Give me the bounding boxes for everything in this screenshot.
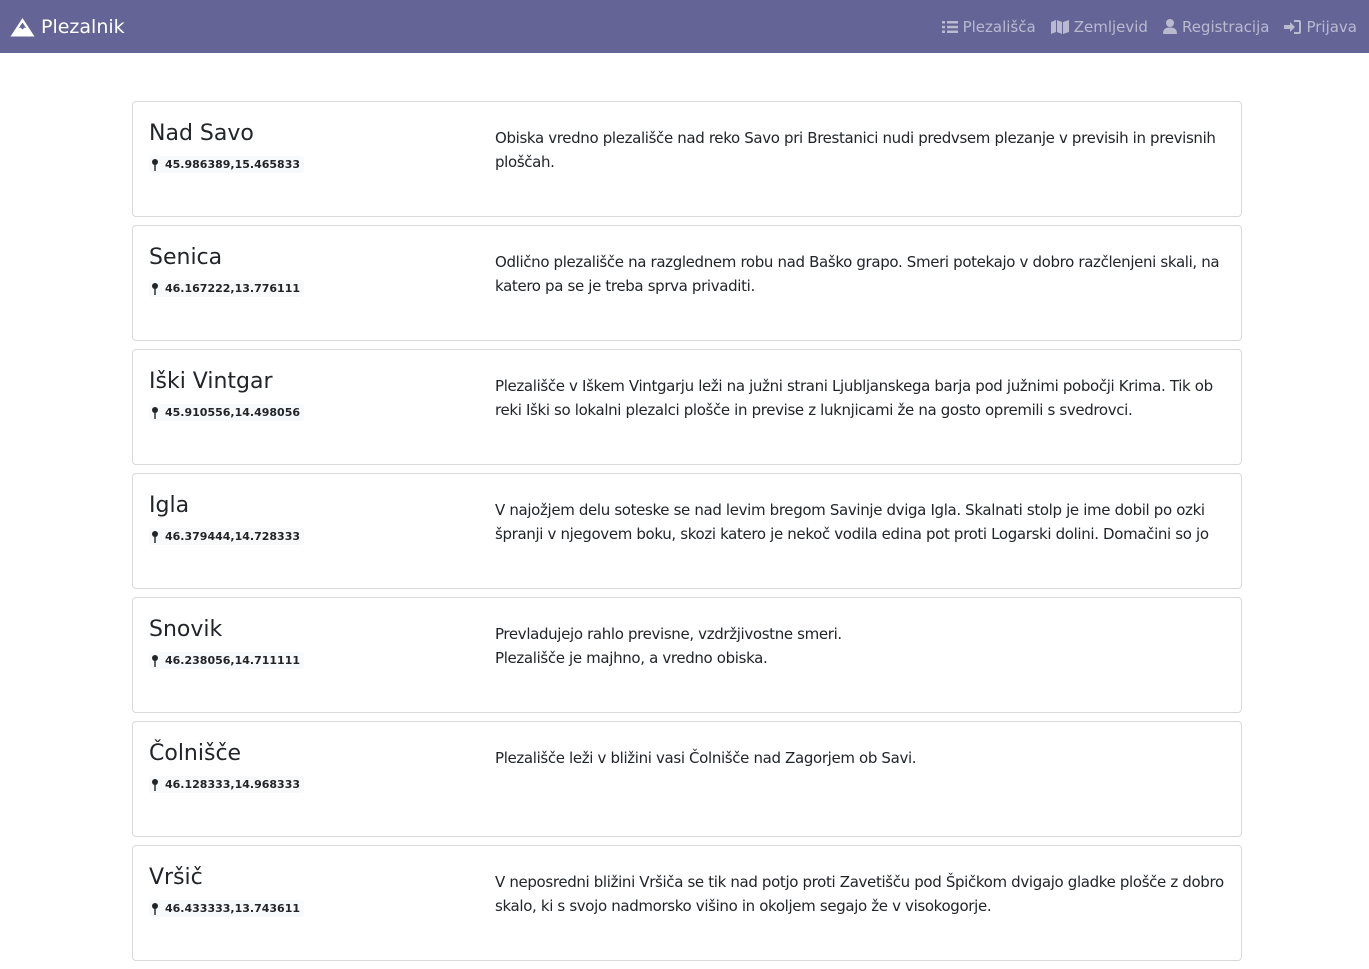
crag-header: Igla 46.379444,14.728333 <box>149 490 469 547</box>
crag-description: Odlično plezališče na razglednem robu na… <box>495 250 1230 298</box>
description-line-1: V neposredni bližini Vršiča se tik nad p… <box>495 873 1224 891</box>
coordinates-text: 45.986389,15.465833 <box>165 158 300 171</box>
description-line-2: skalo, ki s svojo nadmorsko višino in ok… <box>495 897 992 915</box>
sign-in-icon <box>1284 19 1302 34</box>
crag-header: Iški Vintgar 45.910556,14.498056 <box>149 366 469 423</box>
crag-card[interactable]: Nad Savo 45.986389,15.465833 Obiska vred… <box>132 101 1242 217</box>
crag-name[interactable]: Nad Savo <box>149 118 469 150</box>
crag-list: Nad Savo 45.986389,15.465833 Obiska vred… <box>132 101 1242 969</box>
crag-description: V neposredni bližini Vršiča se tik nad p… <box>495 870 1230 918</box>
coordinates-badge: 46.379444,14.728333 <box>149 528 304 545</box>
coordinates-text: 45.910556,14.498056 <box>165 406 300 419</box>
crag-description: Obiska vredno plezališče nad reko Savo p… <box>495 126 1230 174</box>
crag-name[interactable]: Iški Vintgar <box>149 366 469 398</box>
nav-link-prijava[interactable]: Prijava <box>1284 18 1357 36</box>
nav-links: Plezališča Zemljevid Registracija Prijav… <box>927 18 1357 36</box>
description-line-1: Odlično plezališče na razglednem robu na… <box>495 253 1220 271</box>
coordinates-text: 46.379444,14.728333 <box>165 530 300 543</box>
coordinates-badge: 45.986389,15.465833 <box>149 156 304 173</box>
coordinates-badge: 45.910556,14.498056 <box>149 404 304 421</box>
crag-description: V najožjem delu soteske se nad levim bre… <box>495 498 1230 546</box>
brand-label: Plezalnik <box>41 15 125 38</box>
coordinates-badge: 46.128333,14.968333 <box>149 776 304 793</box>
map-pin-icon <box>152 158 158 171</box>
crag-header: Snovik 46.238056,14.711111 <box>149 614 469 671</box>
nav-link-plezalisca[interactable]: Plezališča <box>941 17 1036 36</box>
coordinates-badge: 46.167222,13.776111 <box>149 280 304 297</box>
user-icon <box>1162 19 1177 34</box>
crag-name[interactable]: Snovik <box>149 614 469 646</box>
crag-card[interactable]: Čolnišče 46.128333,14.968333 Plezališče … <box>132 721 1242 837</box>
description-line-1: V najožjem delu soteske se nad levim bre… <box>495 501 1205 519</box>
coordinates-badge: 46.433333,13.743611 <box>149 900 304 917</box>
coordinates-text: 46.167222,13.776111 <box>165 282 300 295</box>
nav-label: Prijava <box>1306 17 1357 36</box>
crag-card[interactable]: Senica 46.167222,13.776111 Odlično pleza… <box>132 225 1242 341</box>
nav-link-zemljevid[interactable]: Zemljevid <box>1050 17 1148 36</box>
crag-header: Vršič 46.433333,13.743611 <box>149 862 469 919</box>
mountain-icon <box>10 17 35 36</box>
nav-label: Registracija <box>1181 17 1270 36</box>
nav-label: Zemljevid <box>1073 17 1148 36</box>
crag-header: Senica 46.167222,13.776111 <box>149 242 469 299</box>
description-line-2: reki Iški so lokalni plezalci plošče in … <box>495 401 1133 419</box>
crag-card[interactable]: Snovik 46.238056,14.711111 Prevladujejo … <box>132 597 1242 713</box>
crag-description: Plezališče leži v bližini vasi Čolnišče … <box>495 746 1230 770</box>
map-pin-icon <box>152 654 158 667</box>
nav-label: Plezališča <box>962 17 1036 36</box>
crag-name[interactable]: Čolnišče <box>149 738 469 770</box>
description-line-2: ploščah. <box>495 153 555 171</box>
description-line-2: špranji v njegovem boku, skozi katero je… <box>495 525 1209 543</box>
crag-header: Čolnišče 46.128333,14.968333 <box>149 738 469 795</box>
crag-description: Prevladujejo rahlo previsne, vzdržjivost… <box>495 622 1230 670</box>
nav-link-registracija[interactable]: Registracija <box>1162 17 1270 36</box>
crag-card[interactable]: Igla 46.379444,14.728333 V najožjem delu… <box>132 473 1242 589</box>
map-pin-icon <box>152 406 158 419</box>
description-line-1: Obiska vredno plezališče nad reko Savo p… <box>495 129 1216 147</box>
map-pin-icon <box>152 530 158 543</box>
navbar: Plezalnik Plezališča Zemljevid Registrac… <box>0 0 1369 53</box>
description-line-2: katero pa se je treba sprva privaditi. <box>495 277 755 295</box>
brand-link[interactable]: Plezalnik <box>10 16 125 38</box>
crag-card[interactable]: Vršič 46.433333,13.743611 V neposredni b… <box>132 845 1242 961</box>
list-icon <box>941 20 958 33</box>
crag-header: Nad Savo 45.986389,15.465833 <box>149 118 469 175</box>
map-pin-icon <box>152 902 158 915</box>
map-icon <box>1050 19 1069 34</box>
description-line-1: Prevladujejo rahlo previsne, vzdržjivost… <box>495 625 842 643</box>
map-pin-icon <box>152 778 158 791</box>
crag-description: Plezališče v Iškem Vintgarju leži na juž… <box>495 374 1230 422</box>
description-line-1: Plezališče leži v bližini vasi Čolnišče … <box>495 749 917 767</box>
coordinates-badge: 46.238056,14.711111 <box>149 652 304 669</box>
coordinates-text: 46.128333,14.968333 <box>165 778 300 791</box>
crag-name[interactable]: Senica <box>149 242 469 274</box>
coordinates-text: 46.238056,14.711111 <box>165 654 300 667</box>
description-line-1: Plezališče v Iškem Vintgarju leži na juž… <box>495 377 1213 395</box>
coordinates-text: 46.433333,13.743611 <box>165 902 300 915</box>
description-line-2: Plezališče je majhno, a vredno obiska. <box>495 649 768 667</box>
crag-name[interactable]: Igla <box>149 490 469 522</box>
crag-name[interactable]: Vršič <box>149 862 469 894</box>
map-pin-icon <box>152 282 158 295</box>
crag-card[interactable]: Iški Vintgar 45.910556,14.498056 Plezali… <box>132 349 1242 465</box>
